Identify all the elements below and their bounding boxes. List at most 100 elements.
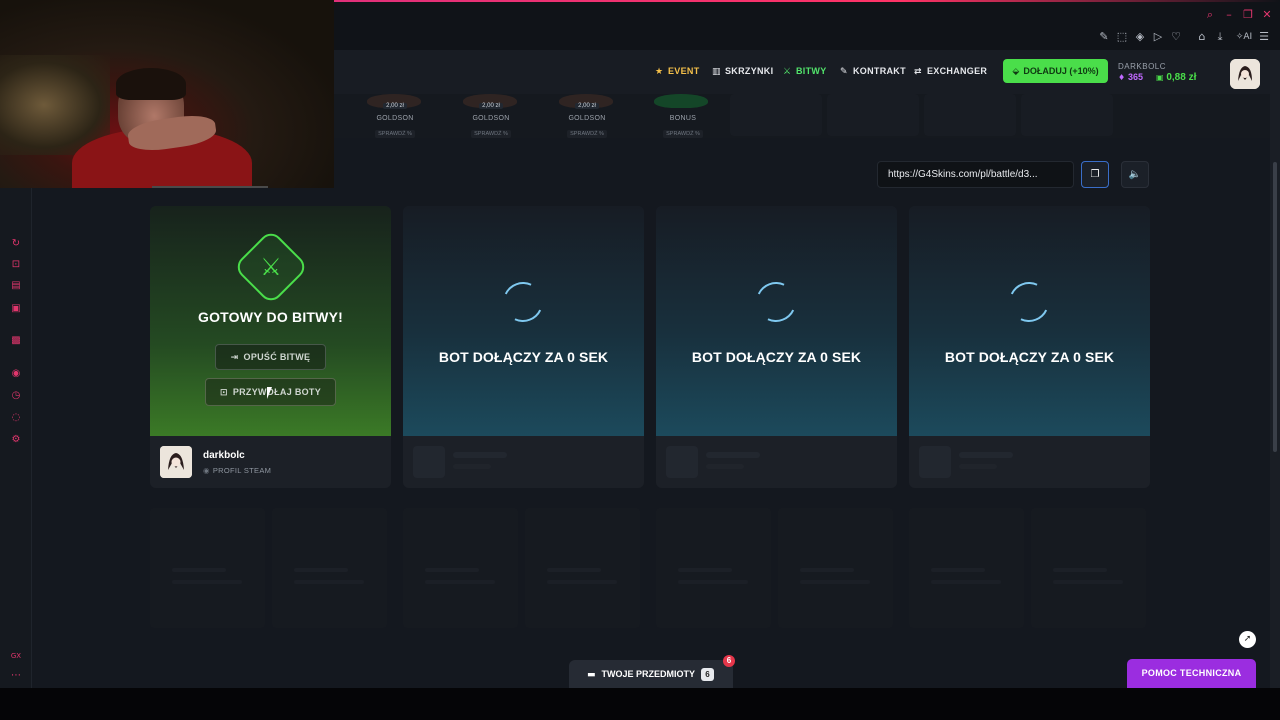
twitch-icon[interactable]: ▩ [10,335,22,347]
loading-spinner [1003,276,1055,328]
topup-label: DOŁADUJ (+10%) [1023,66,1099,76]
item-placeholder [272,508,387,628]
battle-slot-bot: BOT DOŁĄCZY ZA 0 SEK [403,206,644,488]
case-name: BONUS [669,115,697,122]
leave-battle-button[interactable]: ⇥ OPUŚĆ BITWĘ [215,344,326,370]
bot-join-text: BOT DOŁĄCZY ZA 0 SEK [438,349,609,365]
case-strip: 2,00 zł GOLDSON SPRAWDŹ % 2,00 zł GOLDSO… [334,94,1270,138]
copy-icon: ❐ [1090,169,1100,180]
case-price: 2,00 zł [383,103,407,109]
player-avatar[interactable] [160,446,192,478]
star-icon: ★ [655,67,664,77]
avatar-placeholder [413,446,445,478]
case-name: GOLDSON [568,115,606,122]
slot-footer [403,436,644,488]
case-placeholder [924,94,1016,136]
nav-event[interactable]: ★ EVENT [655,66,700,77]
username: DARKBOLC [1118,62,1167,71]
restore-icon[interactable]: ❐ [1242,9,1254,21]
topup-button[interactable]: ⬙ DOŁADUJ (+10%) [1003,59,1108,83]
case-item[interactable]: 2,00 zł GOLDSON SPRAWDŹ % [552,94,622,140]
item-placeholder [525,508,640,628]
name-placeholder [453,452,507,458]
clock-icon[interactable]: ◷ [10,390,22,402]
player-icon[interactable]: ◉ [10,368,22,380]
swords-icon: ⚔ [260,253,282,281]
rocket-icon[interactable]: ➚ [1239,631,1256,648]
ai-icon[interactable]: ✧AI [1235,31,1253,43]
nav-event-label: EVENT [668,66,700,76]
case-item[interactable]: 2,00 zł GOLDSON SPRAWDŹ % [360,94,430,140]
slot-arena: BOT DOŁĄCZY ZA 0 SEK [656,206,897,436]
item-placeholder [778,508,893,628]
play-icon[interactable]: ▷ [1152,31,1164,43]
media-icon[interactable]: ▣ [10,303,22,315]
heart-icon[interactable]: ♡ [1170,31,1182,43]
items-count: 6 [701,668,715,681]
nav-skrzynki[interactable]: ▥ SKRZYNKI [712,66,773,77]
history-icon[interactable]: ↻ [10,238,22,250]
subtitle-placeholder [706,464,744,469]
more-icon[interactable]: ⋯ [10,670,22,682]
case-placeholder [730,94,822,136]
battle-slot-player: ⚔ GOTOWY DO BITWY! ⇥ OPUŚĆ BITWĘ ⊡ PRZYWOŁ… [150,206,391,488]
case-item[interactable]: BONUS SPRAWDŹ % [648,94,718,140]
case-price: 2,00 zł [575,103,599,109]
box-icon[interactable]: ⊡ [10,259,22,271]
pin-icon[interactable]: ✎ [1098,31,1110,43]
menu-icon[interactable]: ☰ [1258,31,1270,43]
slot-arena: BOT DOŁĄCZY ZA 0 SEK [403,206,644,436]
left-rail: ↻ ⊡ ▤ ▣ ▩ ◉ ◷ ◌ ⚙ GX ⋯ [0,138,32,688]
crop-icon[interactable]: ⬚ [1116,31,1128,43]
user-balance: ▣ 0,88 zł [1156,72,1196,83]
copy-button[interactable]: ❐ [1081,161,1109,188]
download-icon[interactable]: ⤓ [1214,31,1226,43]
chat-icon[interactable]: ◌ [10,412,22,424]
settings-icon[interactable]: ⚙ [10,434,22,446]
shield-icon[interactable]: ◈ [1134,31,1146,43]
bottom-strip [0,688,1280,720]
home-icon[interactable]: ⌂ [1196,31,1208,43]
item-placeholder [656,508,771,628]
nav-exchanger-label: EXCHANGER [927,66,988,76]
bot-icon: ⊡ [219,388,228,398]
battle-slot-bot: BOT DOŁĄCZY ZA 0 SEK [656,206,897,488]
nav-skrzynki-label: SKRZYNKI [725,66,774,76]
battle-link-field[interactable]: https://G4Skins.com/pl/battle/d3... [877,161,1074,188]
nav-kontrakt[interactable]: ✎ KONTRAKT [840,66,906,77]
item-placeholder [403,508,518,628]
steam-profile-link[interactable]: ◉ PROFIL STEAM [203,466,271,475]
case-check[interactable]: SPRAWDŹ % [375,130,415,138]
wallet-icon: ⬙ [1012,67,1020,77]
name-placeholder [706,452,760,458]
close-icon[interactable]: ✕ [1261,9,1273,21]
webcam-bar [152,186,268,188]
nav-bitwy[interactable]: ⚔ BITWY [783,66,827,77]
scrollbar-thumb[interactable] [1273,162,1277,452]
case-item[interactable]: 2,00 zł GOLDSON SPRAWDŹ % [456,94,526,140]
case-name: GOLDSON [376,115,414,122]
scrollbar[interactable] [1270,50,1280,688]
case-check[interactable]: SPRAWDŹ % [663,130,703,138]
user-balance-value: 0,88 zł [1166,72,1197,83]
case-check[interactable]: SPRAWDŹ % [471,130,511,138]
nav-exchanger[interactable]: ⇄ EXCHANGER [914,66,987,77]
gun-icon: ▬ [587,670,596,680]
slot-footer: darkbolc ◉ PROFIL STEAM [150,436,391,488]
battle-icon: ⚔ [783,67,792,77]
slot-footer [909,436,1150,488]
sound-button[interactable]: 🔈 [1121,161,1149,188]
search-icon[interactable]: ⌕ [1204,9,1216,21]
loading-spinner [497,276,549,328]
avatar-placeholder [919,446,951,478]
support-button[interactable]: POMOC TECHNICZNA [1127,659,1256,688]
slot-arena: ⚔ GOTOWY DO BITWY! ⇥ OPUŚĆ BITWĘ ⊡ PRZYWOŁ… [150,206,391,436]
minimize-icon[interactable]: – [1223,9,1235,21]
user-points: ♦ 365 [1118,72,1143,82]
cases-icon: ▥ [712,67,721,77]
case-check[interactable]: SPRAWDŹ % [567,130,607,138]
avatar[interactable] [1230,59,1260,89]
edit-icon[interactable]: ▤ [10,280,22,292]
your-items-button[interactable]: ▬ TWOJE PRZEDMIOTY 6 [569,660,733,688]
player-name[interactable]: darkbolc [203,450,245,461]
